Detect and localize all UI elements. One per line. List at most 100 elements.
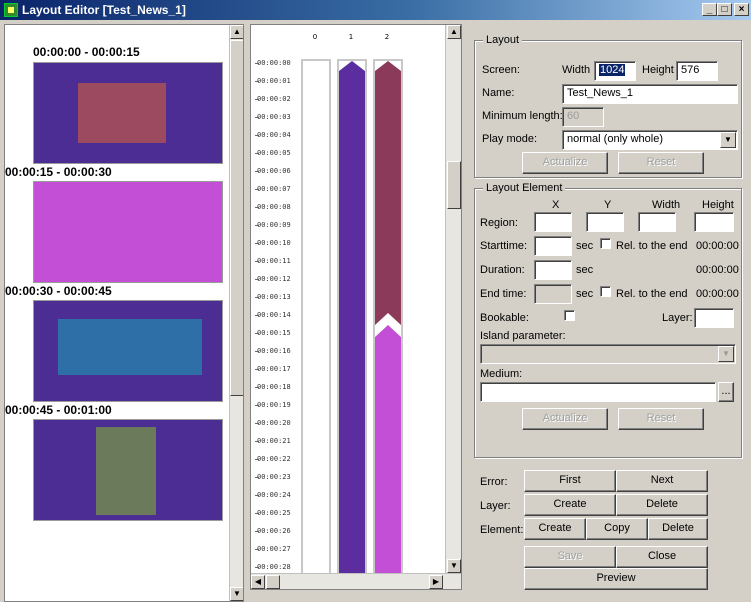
bookable-checkbox[interactable]: [564, 310, 575, 321]
timeline-lane-0[interactable]: [301, 59, 331, 589]
duration-input[interactable]: [534, 260, 572, 280]
screen-height-input[interactable]: 576: [676, 61, 718, 81]
island-parameter-dropdown[interactable]: ▼: [480, 344, 736, 364]
timeline-scroll-up-icon[interactable]: ▲: [447, 25, 461, 39]
starttime-label: Starttime:: [480, 240, 528, 252]
error-first-button[interactable]: First: [524, 470, 616, 492]
bookable-label: Bookable:: [480, 312, 529, 324]
timeline-tick-label: 00:00:17: [255, 365, 291, 373]
timeline-tick-label: 00:00:15: [255, 329, 291, 337]
preview-region-2[interactable]: [34, 182, 222, 282]
starttime-rel-end-checkbox[interactable]: [600, 238, 611, 249]
layout-actualize-button[interactable]: Actualize: [522, 152, 608, 174]
timeline-tick-label: 00:00:16: [255, 347, 291, 355]
preview-vertical-scrollbar[interactable]: ▲ ▼: [229, 25, 243, 601]
layout-preview-pane[interactable]: 00:00:00 - 00:00:15 00:00:15 - 00:00:30 …: [4, 24, 244, 602]
screen-width-input[interactable]: 1024: [594, 61, 636, 81]
element-actions-label: Element:: [480, 524, 524, 536]
layer-2-element-1: [375, 61, 401, 325]
element-create-button[interactable]: Create: [524, 518, 586, 540]
timeline-tick-label: 00:00:27: [255, 545, 291, 553]
duration-value: 00:00:00: [696, 264, 739, 276]
layout-name-input[interactable]: Test_News_1: [562, 84, 738, 104]
timeline-lane-1[interactable]: [337, 59, 367, 589]
element-delete-button[interactable]: Delete: [648, 518, 708, 540]
element-actualize-button[interactable]: Actualize: [522, 408, 608, 430]
layer-1-element[interactable]: [339, 61, 365, 589]
width-label: Width: [562, 64, 591, 76]
endtime-rel-end-checkbox[interactable]: [600, 286, 611, 297]
preview-button[interactable]: Preview: [524, 568, 708, 590]
timeline-tick-label: 00:00:23: [255, 473, 291, 481]
preview-screen-2[interactable]: [33, 181, 223, 283]
layer-2-elements[interactable]: [375, 61, 401, 589]
scroll-up-arrow-icon[interactable]: ▲: [230, 25, 243, 39]
layer-number-1: 1: [348, 33, 354, 41]
error-label: Error:: [480, 476, 508, 488]
timeline-vertical-scrollbar[interactable]: ▲ ▼: [445, 25, 461, 573]
starttime-sec-label: sec: [576, 240, 594, 252]
timeline-tick-label: 00:00:07: [255, 185, 291, 193]
play-mode-dropdown[interactable]: normal (only whole) ▼: [562, 130, 738, 150]
endtime-input[interactable]: [534, 284, 572, 304]
timeline-tick-label: 00:00:21: [255, 437, 291, 445]
layout-reset-button[interactable]: Reset: [618, 152, 704, 174]
timeline-pane[interactable]: 0 1 2 00:00:00 00:00:01 00:00:02 00:00:03 00…: [250, 24, 462, 590]
medium-label: Medium:: [480, 368, 523, 380]
timeline-tick-label: 00:00:26: [255, 527, 291, 535]
preview-region-3[interactable]: [58, 319, 202, 375]
preview-scroll-thumb[interactable]: [230, 40, 243, 396]
preview-region-1[interactable]: [78, 83, 166, 143]
layout-element-legend: Layout Element: [483, 182, 566, 194]
properties-panel: Layout Screen: Width 1024 Height 576 Nam…: [470, 24, 747, 602]
timeline-tick-label: 00:00:11: [255, 257, 291, 265]
timeline-scroll-left-icon[interactable]: ◀: [251, 575, 265, 589]
element-reset-button[interactable]: Reset: [618, 408, 704, 430]
region-x-input[interactable]: [534, 212, 572, 232]
element-copy-button[interactable]: Copy: [586, 518, 648, 540]
timeline-lane-2[interactable]: [373, 59, 403, 589]
maximize-button[interactable]: □: [717, 3, 732, 16]
error-next-button[interactable]: Next: [616, 470, 708, 492]
timeline-scroll-thumb[interactable]: [447, 161, 461, 209]
preview-region-4[interactable]: [96, 427, 156, 515]
segment-time-4: 00:00:45 - 00:01:00: [5, 403, 112, 417]
close-dialog-button[interactable]: Close: [616, 546, 708, 568]
close-button[interactable]: ×: [734, 3, 749, 16]
save-button[interactable]: Save: [524, 546, 616, 568]
timeline-scroll-right-icon[interactable]: ▶: [429, 575, 443, 589]
minimize-button[interactable]: _: [702, 3, 717, 16]
segment-time-2: 00:00:15 - 00:00:30: [5, 165, 112, 179]
region-y-input[interactable]: [586, 212, 624, 232]
region-label: Region:: [480, 217, 518, 229]
duration-sec-label: sec: [576, 264, 594, 276]
width-header: Width: [652, 199, 681, 211]
region-height-input[interactable]: [694, 212, 734, 232]
timeline-tick-label: 00:00:14: [255, 311, 291, 319]
timeline-hscroll-thumb[interactable]: [266, 575, 280, 589]
timeline-scroll-down-icon[interactable]: ▼: [447, 559, 461, 573]
scroll-down-arrow-icon[interactable]: ▼: [230, 587, 243, 601]
duration-label: Duration:: [480, 264, 525, 276]
layer-delete-button[interactable]: Delete: [616, 494, 708, 516]
play-mode-chevron-down-icon[interactable]: ▼: [720, 132, 736, 148]
starttime-input[interactable]: [534, 236, 572, 256]
layer-number-0: 0: [312, 33, 318, 41]
segment-time-1: 00:00:00 - 00:00:15: [33, 45, 140, 59]
medium-input[interactable]: [480, 382, 716, 402]
timeline-tick-label: 00:00:08: [255, 203, 291, 211]
island-parameter-label: Island parameter:: [480, 330, 566, 342]
layer-create-button[interactable]: Create: [524, 494, 616, 516]
medium-browse-button[interactable]: ...: [718, 382, 734, 402]
title-bar: Layout Editor [Test_News_1] _ □ ×: [0, 0, 751, 20]
timeline-tick-label: 00:00:12: [255, 275, 291, 283]
preview-screen-1[interactable]: [33, 62, 223, 164]
island-chevron-down-icon[interactable]: ▼: [718, 346, 734, 362]
preview-screen-3[interactable]: [33, 300, 223, 402]
preview-screen-4[interactable]: [33, 419, 223, 521]
region-width-input[interactable]: [638, 212, 676, 232]
timeline-tick-label: 00:00:28: [255, 563, 291, 571]
layer-input[interactable]: [694, 308, 734, 328]
minimum-length-input[interactable]: 60: [562, 107, 604, 127]
timeline-horizontal-scrollbar[interactable]: ◀ ▶: [251, 573, 461, 589]
